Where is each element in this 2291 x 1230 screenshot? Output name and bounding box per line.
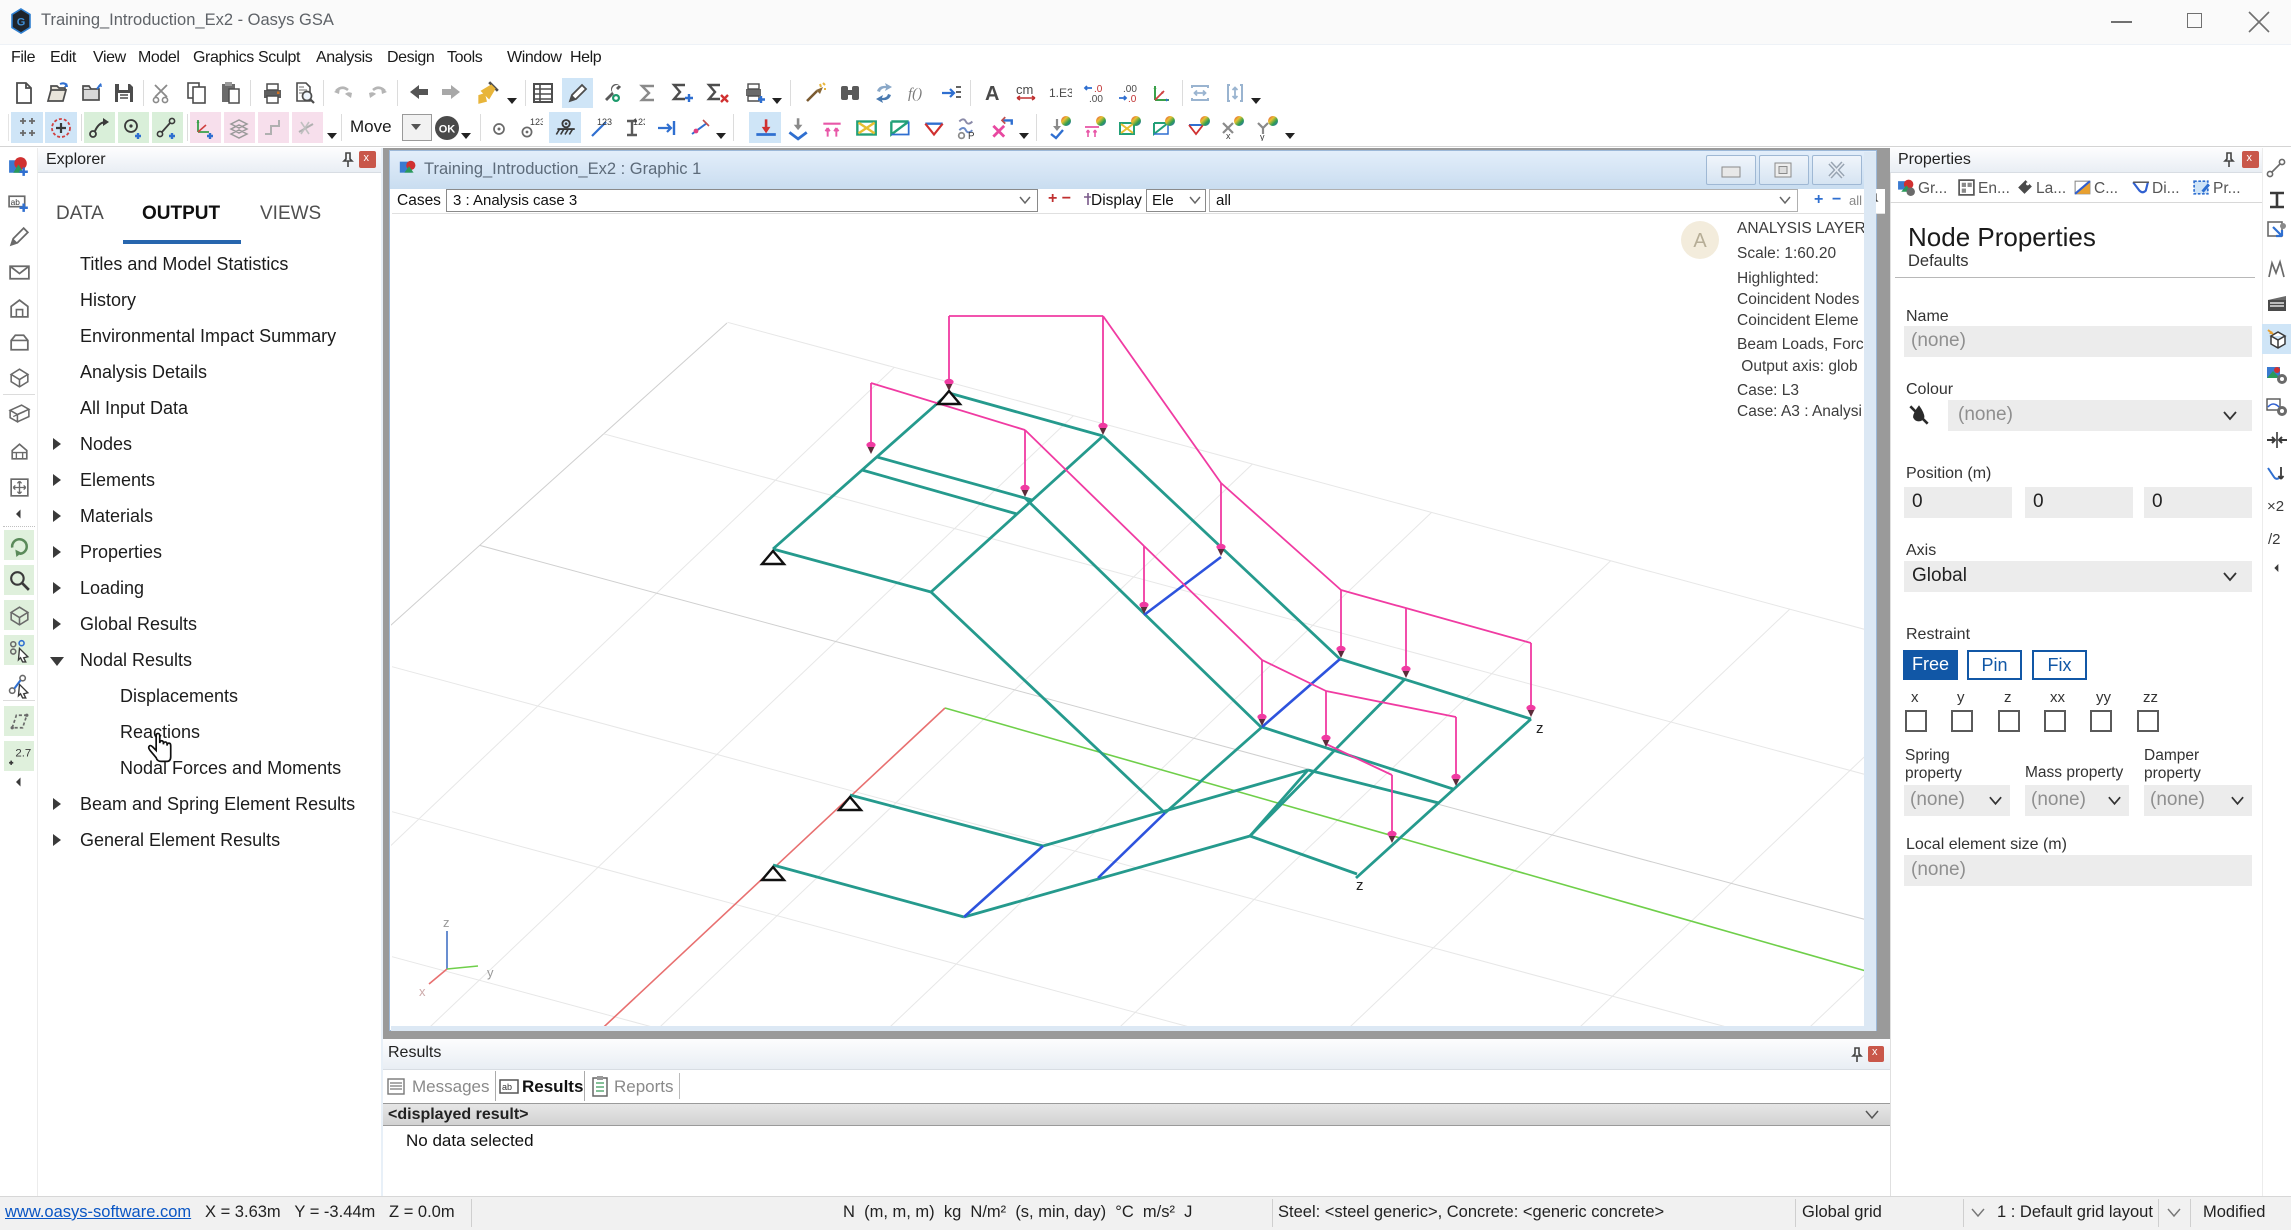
svg-text:z: z bbox=[1536, 720, 1544, 737]
svg-text:Beam Loads, Forc: Beam Loads, Forc bbox=[1737, 336, 1864, 353]
svg-text:/2: /2 bbox=[2268, 531, 2281, 548]
svg-text:Coincident Eleme: Coincident Eleme bbox=[1737, 312, 1858, 329]
svg-text:x: x bbox=[1226, 131, 1231, 141]
svg-text:y: y bbox=[487, 965, 494, 980]
svg-text:Case: A3 : Analysi: Case: A3 : Analysi bbox=[1737, 403, 1862, 420]
svg-text:G: G bbox=[17, 17, 26, 29]
svg-text:OK: OK bbox=[439, 124, 456, 136]
svg-text:z: z bbox=[443, 915, 450, 930]
svg-text:Scale: 1:60.20: Scale: 1:60.20 bbox=[1737, 245, 1836, 262]
svg-text:ANALYSIS LAYER: ANALYSIS LAYER bbox=[1737, 220, 1864, 237]
svg-text:1.E3: 1.E3 bbox=[1049, 86, 1072, 100]
svg-text:.00: .00 bbox=[1089, 94, 1103, 105]
svg-text:z: z bbox=[1356, 877, 1364, 894]
svg-text:f(): f() bbox=[908, 86, 922, 102]
svg-text:P: P bbox=[968, 131, 975, 141]
svg-text:ab: ab bbox=[502, 1082, 512, 1092]
svg-text:Case: L3: Case: L3 bbox=[1737, 382, 1799, 399]
svg-text:Output axis: glob: Output axis: glob bbox=[1737, 358, 1858, 375]
svg-text:123: 123 bbox=[633, 117, 645, 127]
svg-text:.0: .0 bbox=[1128, 94, 1137, 105]
svg-text:2.7: 2.7 bbox=[15, 748, 31, 760]
svg-text:123: 123 bbox=[530, 117, 543, 127]
svg-text:A: A bbox=[985, 83, 999, 105]
svg-text:Coincident Nodes: Coincident Nodes bbox=[1737, 291, 1860, 308]
svg-text:x: x bbox=[419, 984, 426, 999]
svg-text:cm: cm bbox=[1016, 82, 1033, 97]
svg-text:×2: ×2 bbox=[2267, 498, 2284, 515]
svg-text:A: A bbox=[1693, 230, 1707, 252]
svg-text:y: y bbox=[1260, 132, 1265, 141]
svg-text:Highlighted:: Highlighted: bbox=[1737, 270, 1819, 287]
svg-text:123: 123 bbox=[597, 117, 612, 127]
svg-text:ab: ab bbox=[11, 197, 21, 207]
